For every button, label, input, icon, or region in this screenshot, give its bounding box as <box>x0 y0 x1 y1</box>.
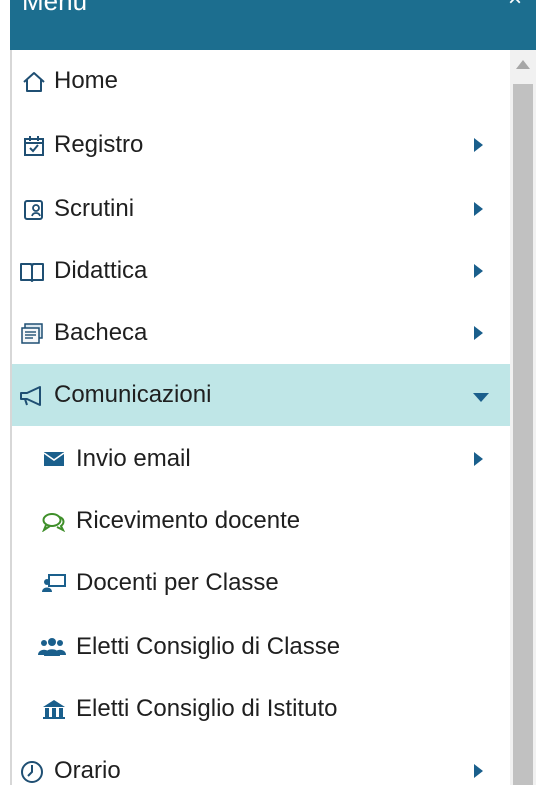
menu-screen: Menu × Home <box>0 0 536 785</box>
menu-item-label: Didattica <box>54 257 148 284</box>
menu-item-label: Home <box>54 67 119 94</box>
scroll-thumb[interactable] <box>513 84 533 785</box>
menu-item-label: Docenti per Classe <box>76 569 279 596</box>
clock-icon <box>18 758 46 785</box>
menu-item-label: Orario <box>54 757 121 784</box>
close-icon[interactable]: × <box>508 0 522 12</box>
menu-item-label: Eletti Consiglio di Istituto <box>76 695 338 722</box>
menu-header: Menu × <box>10 0 536 50</box>
menu-list: Home Registro Scrutini Didattica Bacheca… <box>12 50 510 785</box>
submenu-item-docenti-per-classe[interactable]: Docenti per Classe <box>12 552 510 614</box>
chevron-right-icon <box>474 202 483 216</box>
chat-bubbles-icon <box>40 507 68 535</box>
scroll-up-arrow-icon[interactable] <box>516 60 530 69</box>
menu-item-comunicazioni[interactable]: Comunicazioni <box>12 364 510 426</box>
menu-item-label: Comunicazioni <box>54 381 212 408</box>
menu-item-didattica[interactable]: Didattica <box>12 240 510 302</box>
menu-item-bacheca[interactable]: Bacheca <box>12 302 510 364</box>
envelope-icon <box>40 445 68 473</box>
menu-item-home[interactable]: Home <box>12 50 510 112</box>
chevron-right-icon <box>474 138 483 152</box>
scrollbar[interactable] <box>510 50 536 785</box>
teacher-board-icon <box>40 569 68 597</box>
menu-item-scrutini[interactable]: Scrutini <box>12 178 510 240</box>
menu-item-label: Eletti Consiglio di Classe <box>76 633 341 660</box>
chevron-right-icon <box>474 326 483 340</box>
menu-item-label: Ricevimento docente <box>76 507 301 534</box>
menu-item-registro[interactable]: Registro <box>12 114 510 176</box>
submenu-item-invio-email[interactable]: Invio email <box>12 428 510 490</box>
menu-item-orario[interactable]: Orario <box>12 740 510 785</box>
submenu-item-eletti-consiglio-classe[interactable]: Eletti Consiglio di Classe <box>12 616 510 678</box>
book-open-icon <box>18 258 46 286</box>
home-icon <box>20 68 48 96</box>
users-group-icon <box>38 633 66 661</box>
bulletin-board-icon <box>18 320 46 348</box>
chevron-down-icon <box>473 393 489 402</box>
submenu-item-ricevimento-docente[interactable]: Ricevimento docente <box>12 490 510 552</box>
submenu-item-eletti-consiglio-istituto[interactable]: Eletti Consiglio di Istituto <box>12 678 510 740</box>
menu-item-label: Invio email <box>76 445 191 472</box>
megaphone-icon <box>18 382 46 410</box>
menu-item-label: Bacheca <box>54 319 148 346</box>
chevron-right-icon <box>474 264 483 278</box>
menu-title: Menu <box>22 0 88 16</box>
scrutini-icon <box>20 196 48 224</box>
chevron-right-icon <box>474 764 483 778</box>
calendar-check-icon <box>20 132 48 160</box>
chevron-right-icon <box>474 452 483 466</box>
institute-icon <box>40 695 68 723</box>
menu-item-label: Registro <box>54 131 144 158</box>
close-button[interactable]: × <box>502 0 528 14</box>
menu-item-label: Scrutini <box>54 195 135 222</box>
